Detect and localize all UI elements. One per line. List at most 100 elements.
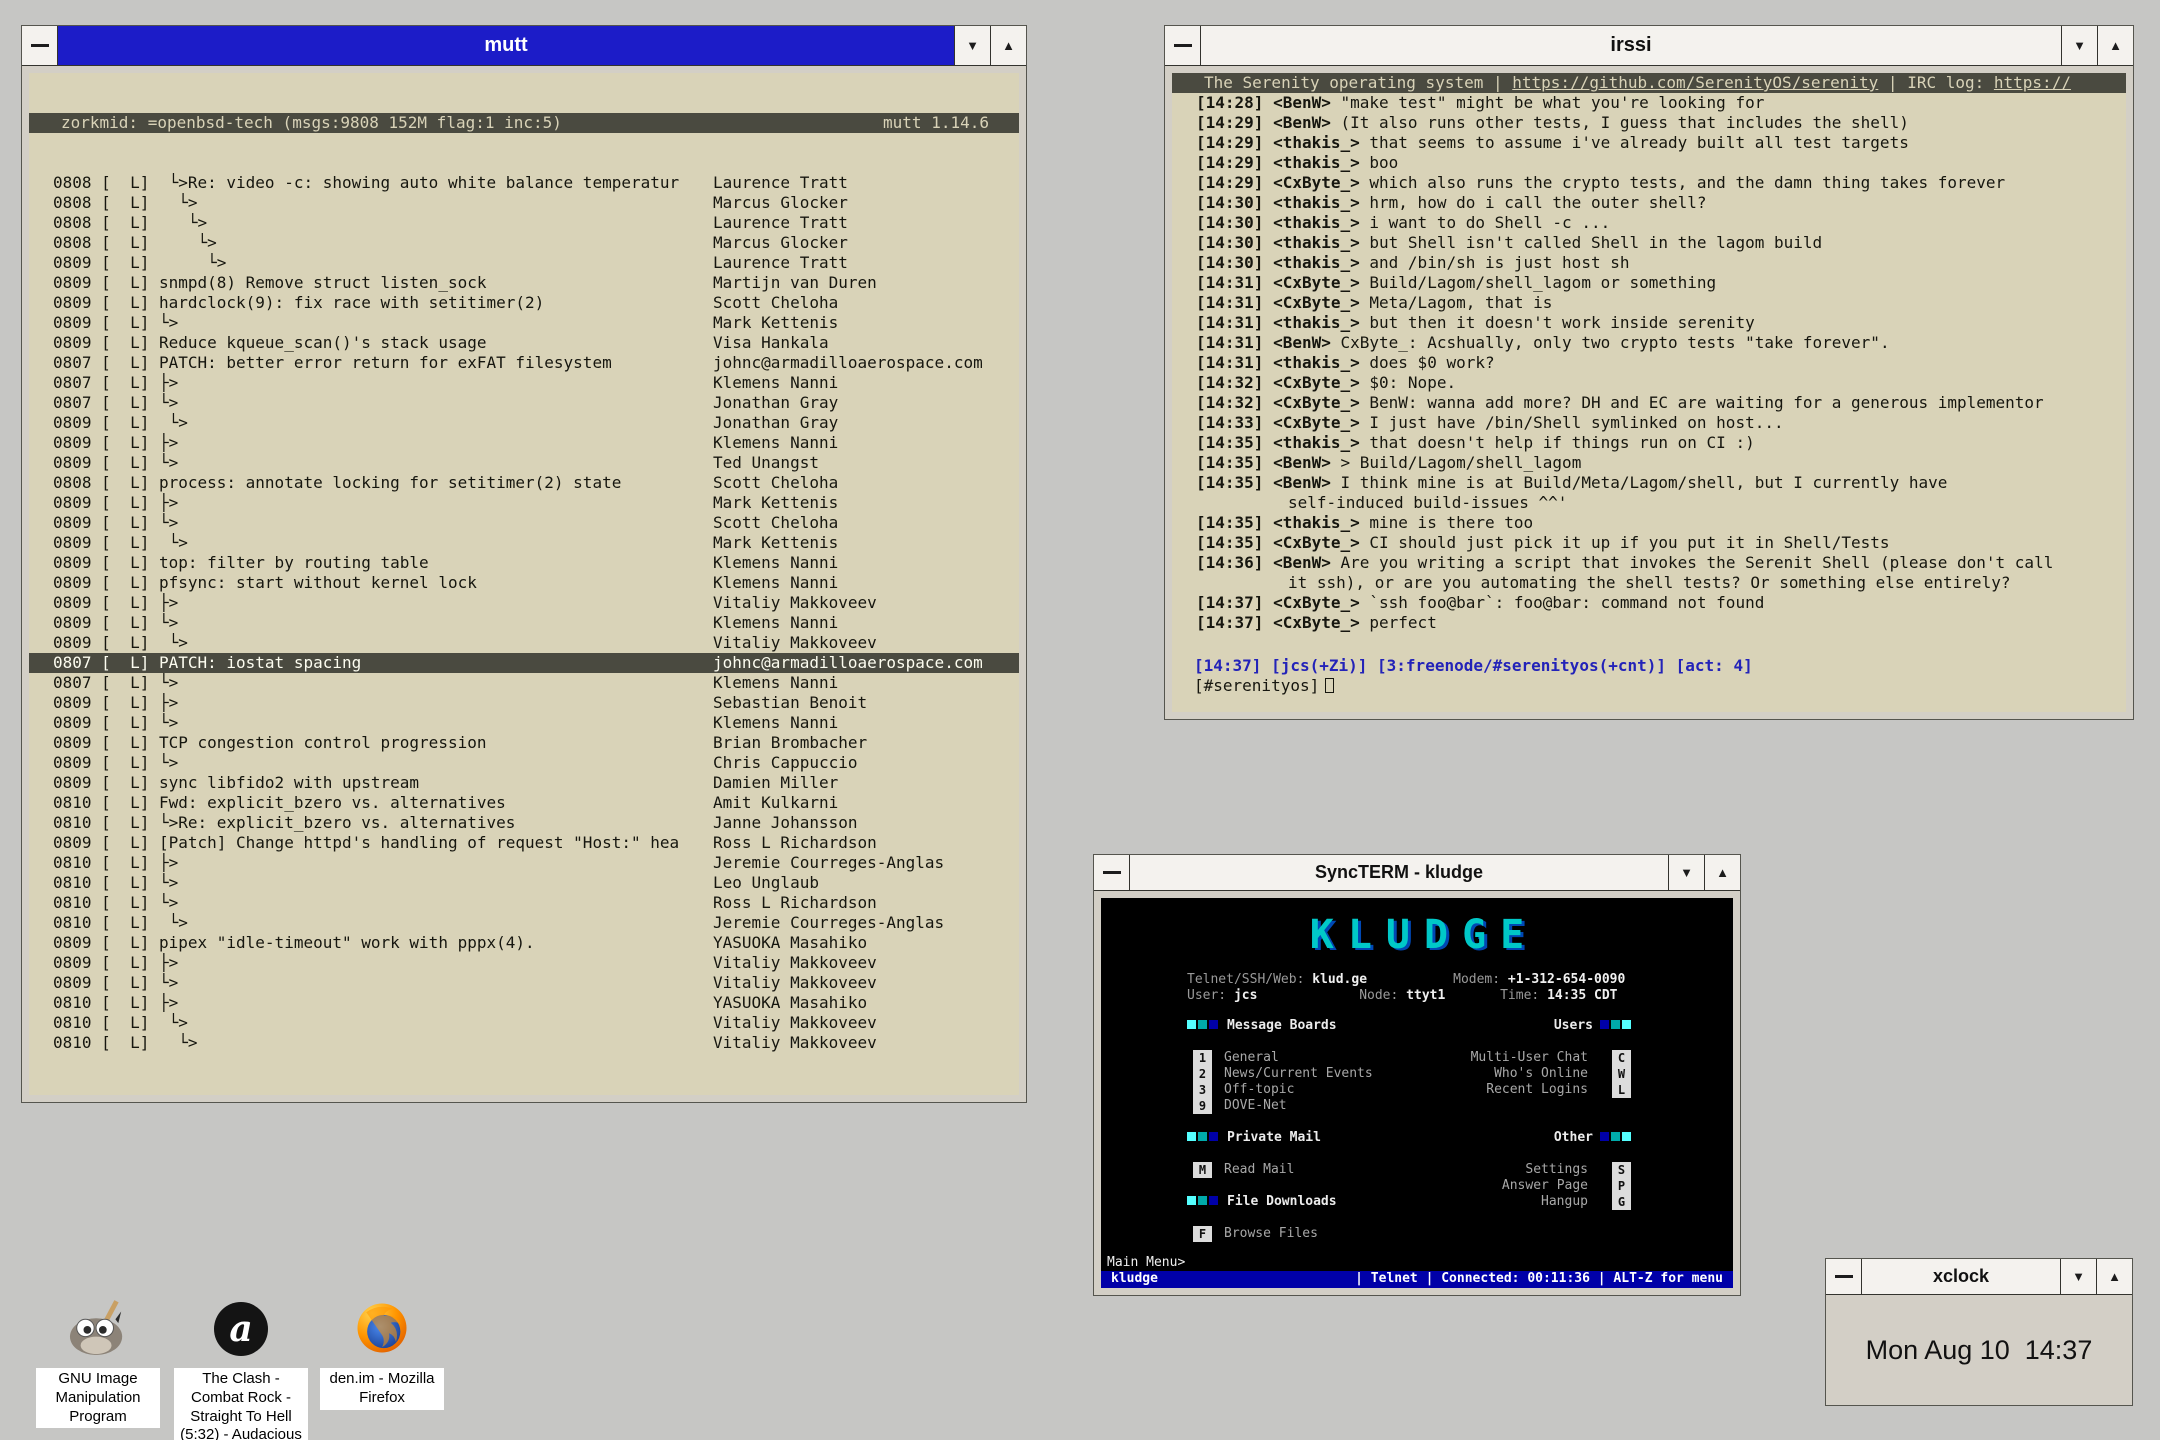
minimize-button[interactable]: ▼ — [954, 26, 990, 65]
mutt-row[interactable]: 0809 [ L] └>Jonathan Gray — [29, 413, 1019, 433]
bbs-menu-item[interactable]: Browse Files — [1224, 1226, 1318, 1242]
mutt-row-sender: Klemens Nanni — [713, 673, 838, 693]
mutt-row[interactable]: 0807 [ L] PATCH: better error return for… — [29, 353, 1019, 373]
mutt-row[interactable]: 0809 [ L] └>Klemens Nanni — [29, 613, 1019, 633]
window-title: xclock — [1862, 1259, 2060, 1294]
minimize-button[interactable]: ▼ — [2061, 26, 2097, 65]
bbs-hotkey[interactable]: M — [1193, 1162, 1212, 1178]
system-menu-button[interactable] — [1165, 26, 1201, 65]
system-menu-button[interactable] — [1826, 1259, 1862, 1294]
mutt-row[interactable]: 0809 [ L] ├>Sebastian Benoit — [29, 693, 1019, 713]
bbs-hotkey[interactable]: G — [1612, 1194, 1631, 1210]
mutt-row[interactable]: 0810 [ L] └>Re: explicit_bzero vs. alter… — [29, 813, 1019, 833]
mutt-row[interactable]: 0809 [ L] pfsync: start without kernel l… — [29, 573, 1019, 593]
mutt-row-subject: 0809 [ L] └> — [53, 633, 188, 652]
minimize-button[interactable]: ▼ — [2060, 1259, 2096, 1294]
mutt-row[interactable]: 0809 [ L] └>Laurence Tratt — [29, 253, 1019, 273]
mutt-row[interactable]: 0809 [ L] └>Chris Cappuccio — [29, 753, 1019, 773]
syncterm-titlebar[interactable]: SyncTERM - kludge ▼ ▲ — [1094, 855, 1740, 891]
bbs-menu-item[interactable]: News/Current Events — [1224, 1066, 1373, 1082]
irc-message: [14:32] <CxByte_> $0: Nope. — [1172, 373, 2126, 393]
bbs-menu-header-row: Private MailOther — [1193, 1130, 1631, 1146]
mutt-row-subject: 0810 [ L] └> — [53, 1013, 188, 1032]
maximize-button[interactable]: ▲ — [1704, 855, 1740, 890]
mutt-row[interactable]: 0809 [ L] ├>Mark Kettenis — [29, 493, 1019, 513]
mutt-row[interactable]: 0810 [ L] └>Ross L Richardson — [29, 893, 1019, 913]
mutt-row[interactable]: 0809 [ L] └>Mark Kettenis — [29, 533, 1019, 553]
mutt-row[interactable]: 0809 [ L] snmpd(8) Remove struct listen_… — [29, 273, 1019, 293]
irssi-input-line[interactable]: [#serenityos] — [1172, 676, 2126, 696]
mutt-row[interactable]: 0809 [ L] pipex "idle-timeout" work with… — [29, 933, 1019, 953]
bbs-menu-item[interactable]: Who's Online — [1494, 1066, 1588, 1082]
system-menu-button[interactable] — [22, 26, 58, 65]
desktop-icon-gimp[interactable]: GNU Image Manipulation Program — [36, 1298, 160, 1428]
mutt-row[interactable]: 0809 [ L] TCP congestion control progres… — [29, 733, 1019, 753]
bbs-menu-item[interactable]: Recent Logins — [1486, 1082, 1588, 1098]
mutt-row[interactable]: 0807 [ L] ├>Klemens Nanni — [29, 373, 1019, 393]
mutt-row[interactable]: 0809 [ L] hardclock(9): fix race with se… — [29, 293, 1019, 313]
irc-message: [14:30] <thakis_> i want to do Shell -c … — [1172, 213, 2126, 233]
mutt-row[interactable]: 0809 [ L] Reduce kqueue_scan()'s stack u… — [29, 333, 1019, 353]
irc-message: [14:36] <BenW> Are you writing a script … — [1172, 553, 2126, 573]
bbs-menu-item[interactable]: Read Mail — [1224, 1162, 1294, 1178]
bbs-menu-item[interactable]: Answer Page — [1502, 1178, 1588, 1194]
bbs-menu-item[interactable]: DOVE-Net — [1224, 1098, 1287, 1114]
mutt-row[interactable]: 0810 [ L] Fwd: explicit_bzero vs. altern… — [29, 793, 1019, 813]
mutt-row[interactable]: 0809 [ L] └>Mark Kettenis — [29, 313, 1019, 333]
bbs-hotkey[interactable]: 1 — [1193, 1050, 1212, 1066]
bbs-hotkey[interactable]: 3 — [1193, 1082, 1212, 1098]
mutt-row[interactable]: 0807 [ L] └>Jonathan Gray — [29, 393, 1019, 413]
mutt-titlebar[interactable]: mutt ▼ ▲ — [22, 26, 1026, 66]
mutt-row[interactable]: 0808 [ L] └>Laurence Tratt — [29, 213, 1019, 233]
mutt-row[interactable]: 0807 [ L] └>Klemens Nanni — [29, 673, 1019, 693]
bbs-hotkey[interactable]: S — [1612, 1162, 1631, 1178]
bbs-menu-item[interactable]: Settings — [1525, 1162, 1588, 1178]
mutt-row[interactable]: 0809 [ L] ├>Vitaliy Makkoveev — [29, 593, 1019, 613]
mutt-row[interactable]: 0809 [ L] sync libfido2 with upstreamDam… — [29, 773, 1019, 793]
bbs-menu-item[interactable]: General — [1224, 1050, 1279, 1066]
xclock-titlebar[interactable]: xclock ▼ ▲ — [1826, 1259, 2132, 1295]
bbs-hotkey[interactable]: L — [1612, 1082, 1631, 1098]
mutt-row[interactable]: 0809 [ L] [Patch] Change httpd's handlin… — [29, 833, 1019, 853]
mutt-row[interactable]: 0810 [ L] ├>Jeremie Courreges-Anglas — [29, 853, 1019, 873]
mutt-row[interactable]: 0809 [ L] └>Vitaliy Makkoveev — [29, 633, 1019, 653]
desktop-icon-firefox[interactable]: den.im - Mozilla Firefox — [320, 1298, 444, 1410]
topic-link-github[interactable]: https://github.com/SerenityOS/serenity — [1512, 73, 1878, 92]
desktop-icon-audacious[interactable]: a The Clash - Combat Rock - Straight To … — [174, 1298, 308, 1440]
mutt-row[interactable]: 0808 [ L] └>Re: video -c: showing auto w… — [29, 173, 1019, 193]
mutt-row[interactable]: 0809 [ L] └>Vitaliy Makkoveev — [29, 973, 1019, 993]
mutt-row-selected[interactable]: 0807 [ L] PATCH: iostat spacingjohnc@arm… — [29, 653, 1019, 673]
bbs-menu-item[interactable]: Off-topic — [1224, 1082, 1294, 1098]
bbs-hotkey[interactable]: P — [1612, 1178, 1631, 1194]
mutt-row[interactable]: 0808 [ L] └>Marcus Glocker — [29, 193, 1019, 213]
mutt-row[interactable]: 0808 [ L] process: annotate locking for … — [29, 473, 1019, 493]
mutt-row[interactable]: 0809 [ L] └>Scott Cheloha — [29, 513, 1019, 533]
mutt-row[interactable]: 0810 [ L] └>Vitaliy Makkoveev — [29, 1013, 1019, 1033]
mutt-row[interactable]: 0809 [ L] └>Ted Unangst — [29, 453, 1019, 473]
bbs-hotkey[interactable]: W — [1612, 1066, 1631, 1082]
mutt-row[interactable]: 0810 [ L] └>Vitaliy Makkoveev — [29, 1033, 1019, 1053]
bbs-hotkey[interactable]: 9 — [1193, 1098, 1212, 1114]
bbs-hotkey[interactable]: 2 — [1193, 1066, 1212, 1082]
mutt-row[interactable]: 0810 [ L] └>Jeremie Courreges-Anglas — [29, 913, 1019, 933]
maximize-button[interactable]: ▲ — [2096, 1259, 2132, 1294]
bbs-menu-item[interactable]: Multi-User Chat — [1471, 1050, 1588, 1066]
maximize-button[interactable]: ▲ — [2097, 26, 2133, 65]
minimize-button[interactable]: ▼ — [1668, 855, 1704, 890]
mutt-row-subject: 0808 [ L] └> — [53, 213, 207, 232]
bbs-menu-item[interactable]: Hangup — [1541, 1194, 1588, 1210]
irssi-titlebar[interactable]: irssi ▼ ▲ — [1165, 26, 2133, 66]
mutt-row[interactable]: 0810 [ L] └>Leo Unglaub — [29, 873, 1019, 893]
mutt-row[interactable]: 0810 [ L] ├>YASUOKA Masahiko — [29, 993, 1019, 1013]
mutt-row[interactable]: 0809 [ L] top: filter by routing tableKl… — [29, 553, 1019, 573]
bbs-prompt[interactable]: Main Menu> — [1101, 1255, 1733, 1271]
maximize-button[interactable]: ▲ — [990, 26, 1026, 65]
mutt-row[interactable]: 0809 [ L] └>Klemens Nanni — [29, 713, 1019, 733]
bbs-hotkey[interactable]: C — [1612, 1050, 1631, 1066]
mutt-row[interactable]: 0809 [ L] ├>Klemens Nanni — [29, 433, 1019, 453]
mutt-row[interactable]: 0808 [ L] └>Marcus Glocker — [29, 233, 1019, 253]
system-menu-button[interactable] — [1094, 855, 1130, 890]
bbs-hotkey[interactable]: F — [1193, 1226, 1212, 1242]
topic-link-irclog[interactable]: https:// — [1994, 73, 2071, 92]
mutt-row[interactable]: 0809 [ L] ├>Vitaliy Makkoveev — [29, 953, 1019, 973]
